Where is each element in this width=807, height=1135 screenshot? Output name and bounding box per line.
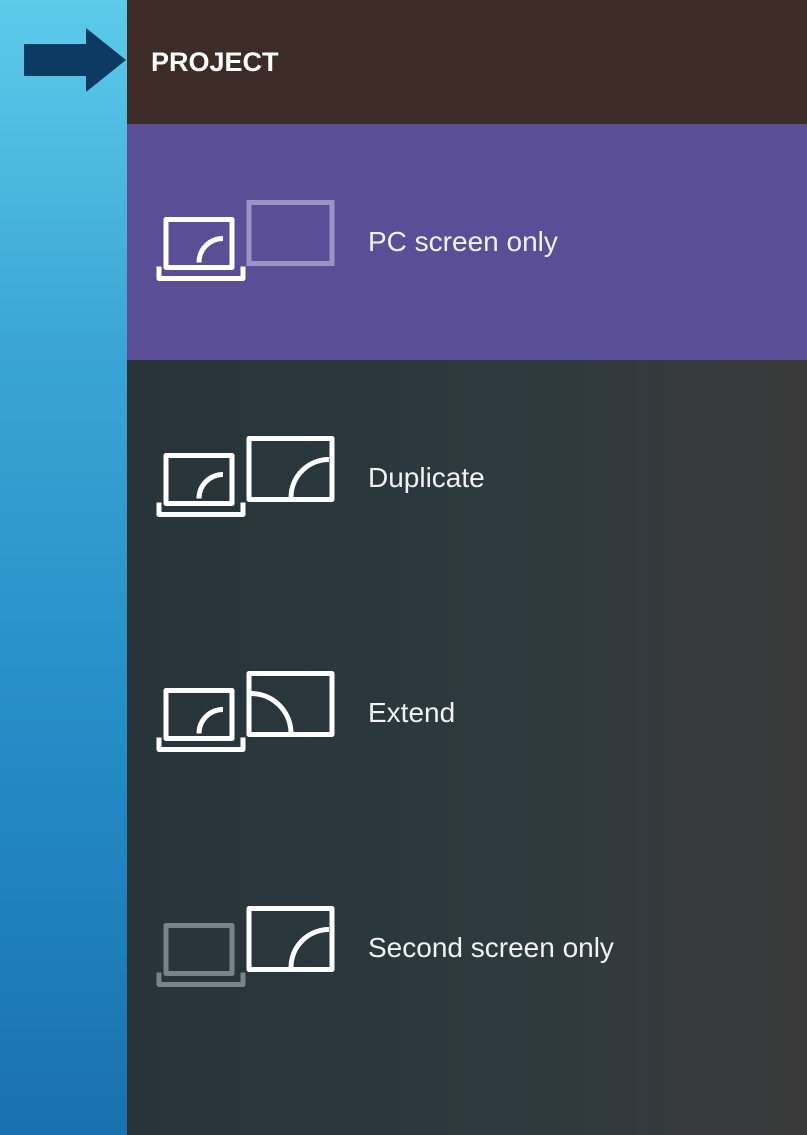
extend-icon <box>156 670 335 752</box>
option-label: PC screen only <box>368 226 558 257</box>
option-pc-screen-only[interactable]: PC screen only <box>127 124 807 360</box>
duplicate-icon <box>156 435 335 517</box>
option-label: Duplicate <box>368 461 485 493</box>
option-extend[interactable]: Extend <box>127 595 807 830</box>
option-duplicate[interactable]: Duplicate <box>127 360 807 595</box>
project-panel: PROJECT PC screen only Duplicate Extend … <box>127 0 807 1135</box>
option-label: Extend <box>368 696 456 728</box>
pointer-arrow-icon <box>24 28 126 92</box>
pc-screen-only-icon <box>156 200 335 281</box>
option-second-screen-only[interactable]: Second screen only <box>127 830 807 1065</box>
panel-title: PROJECT <box>127 0 807 124</box>
option-label: Second screen only <box>368 931 614 963</box>
second-screen-only-icon <box>156 905 335 987</box>
